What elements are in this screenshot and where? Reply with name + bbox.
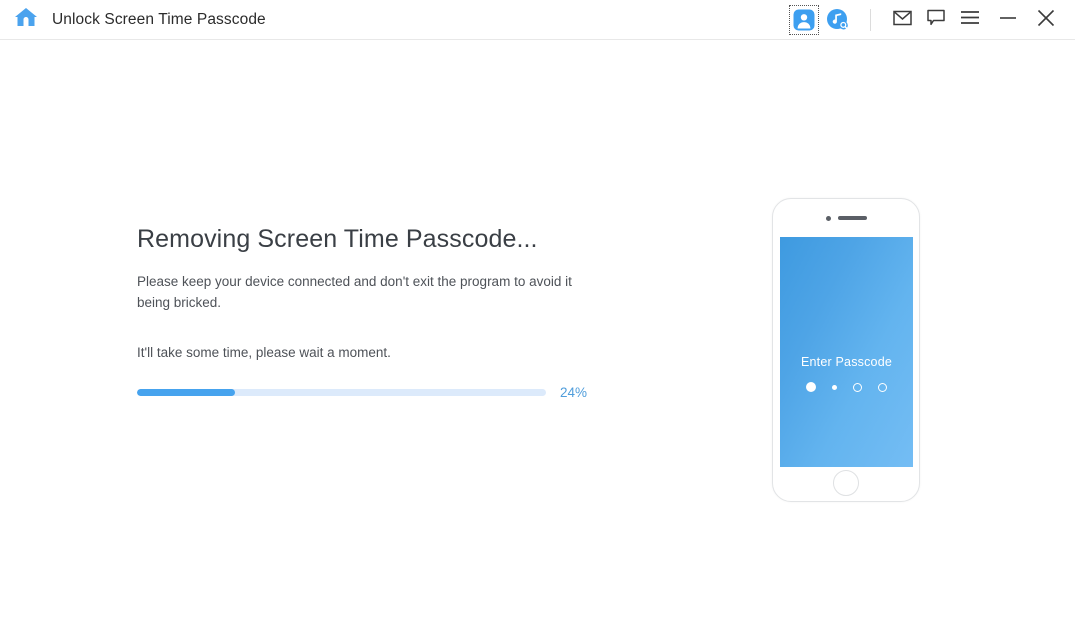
progress-bar — [137, 389, 546, 396]
wait-text: It'll take some time, please wait a mome… — [137, 343, 607, 363]
account-button[interactable] — [790, 0, 824, 40]
progress-percent-label: 24% — [560, 385, 587, 400]
passcode-dot — [853, 383, 862, 392]
device-top-bar — [773, 199, 919, 237]
mail-button[interactable] — [885, 0, 919, 40]
minimize-button[interactable] — [991, 0, 1025, 40]
app-window: Unlock Screen Time Passcode — [0, 0, 1075, 633]
close-icon — [1037, 9, 1055, 32]
titlebar-actions — [790, 0, 1075, 40]
menu-button[interactable] — [953, 0, 987, 40]
feedback-icon — [927, 9, 945, 31]
home-button[interactable] — [11, 6, 41, 34]
itunes-search-icon — [824, 6, 852, 34]
device-illustration: Enter Passcode — [772, 198, 920, 502]
device-home-button-icon — [833, 470, 859, 496]
front-camera-icon — [826, 216, 831, 221]
minimize-icon — [999, 11, 1017, 30]
passcode-dot — [832, 385, 837, 390]
passcode-dots — [780, 382, 913, 392]
page-title: Removing Screen Time Passcode... — [137, 224, 607, 254]
title-bar: Unlock Screen Time Passcode — [0, 0, 1075, 40]
passcode-dot — [806, 382, 816, 392]
main-content: Removing Screen Time Passcode... Please … — [0, 40, 1075, 633]
device-bottom-bar — [773, 465, 919, 501]
home-icon — [14, 6, 38, 33]
passcode-prompt-label: Enter Passcode — [780, 355, 913, 369]
passcode-dot — [878, 383, 887, 392]
close-button[interactable] — [1029, 0, 1063, 40]
window-title: Unlock Screen Time Passcode — [52, 11, 266, 29]
progress-row: 24% — [137, 385, 607, 400]
hamburger-menu-icon — [960, 10, 980, 30]
earpiece-speaker-icon — [838, 216, 867, 220]
status-panel: Removing Screen Time Passcode... Please … — [137, 224, 607, 400]
device-screen: Enter Passcode — [780, 237, 913, 467]
warning-text: Please keep your device connected and do… — [137, 272, 589, 314]
mail-icon — [893, 10, 912, 31]
progress-bar-fill — [137, 389, 235, 396]
account-icon — [790, 6, 818, 34]
itunes-search-button[interactable] — [824, 0, 856, 40]
feedback-button[interactable] — [919, 0, 953, 40]
toolbar-divider — [870, 9, 871, 31]
